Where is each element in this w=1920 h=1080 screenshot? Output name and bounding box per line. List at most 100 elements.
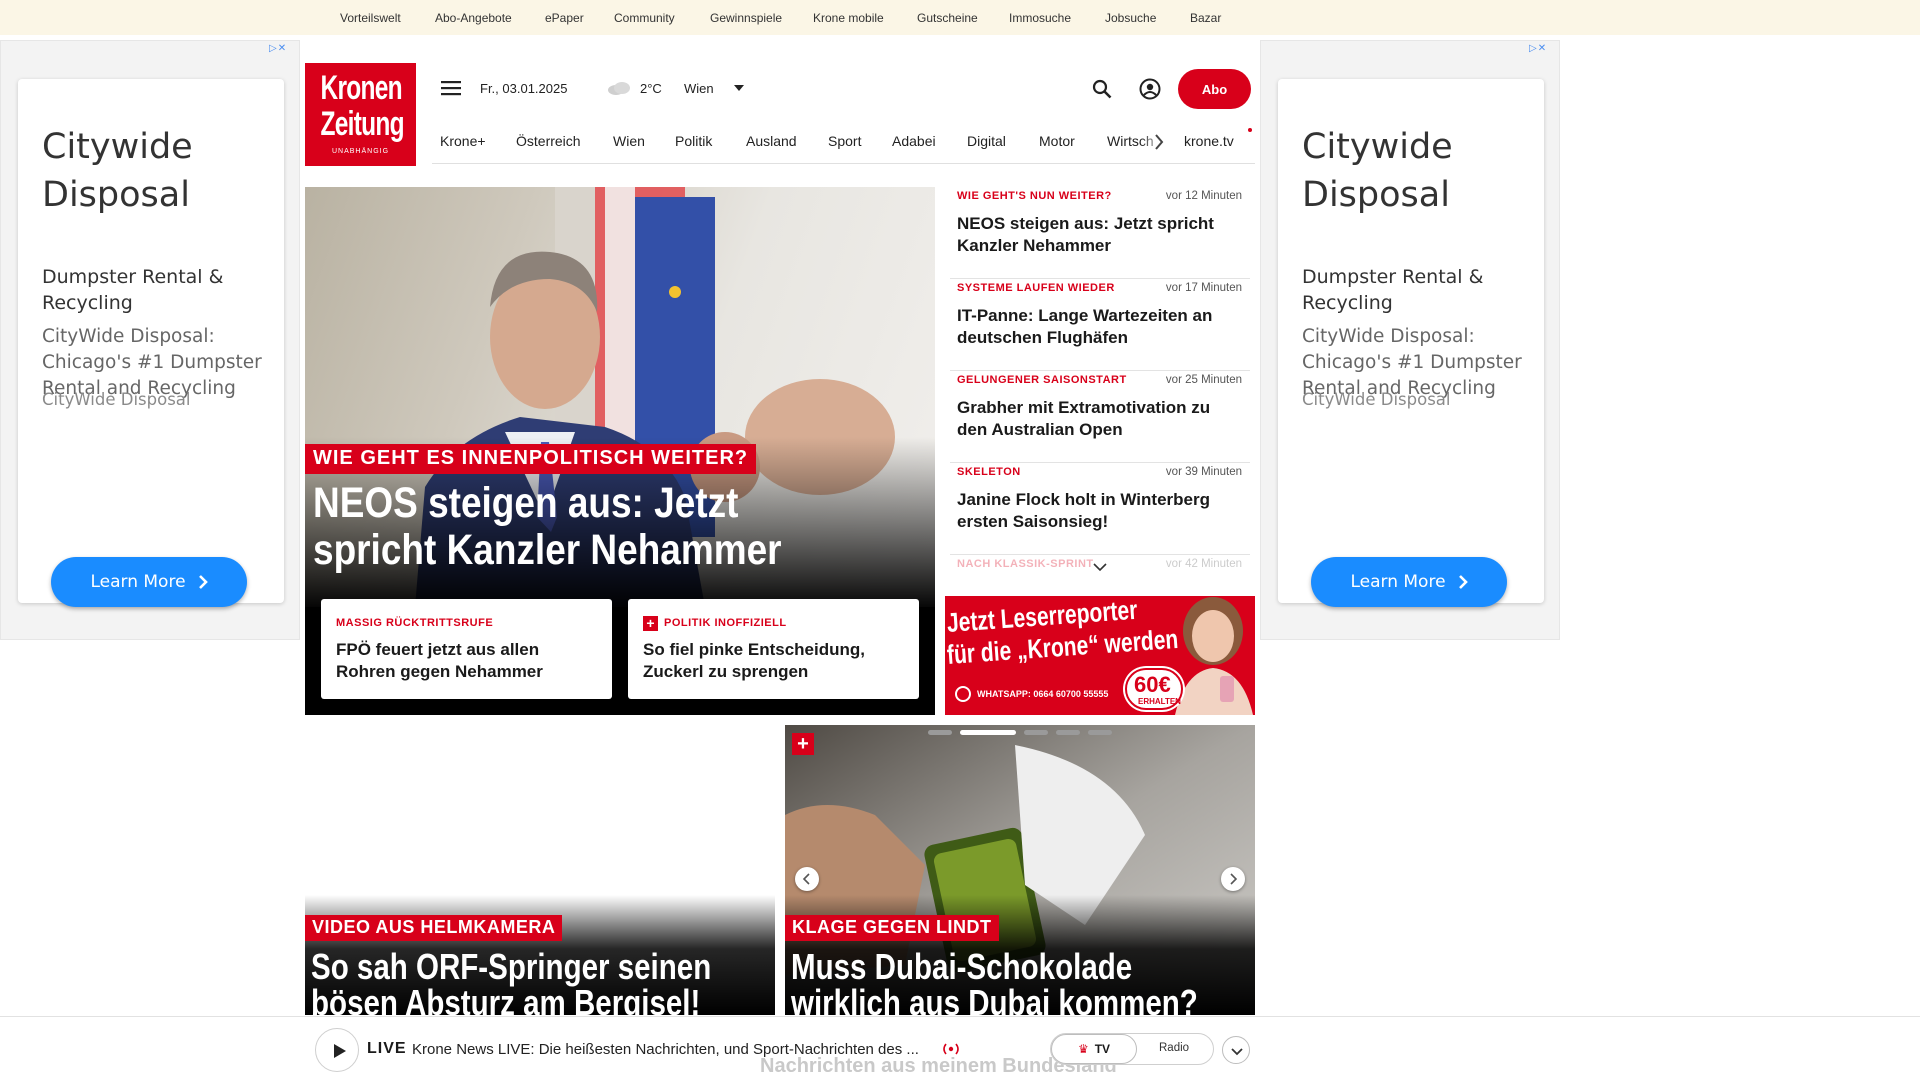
chevron-right-icon [1230, 873, 1238, 885]
story-tile[interactable]: VIDEO AUS HELMKAMERA So sah ORF-Springer… [305, 725, 775, 1015]
nav-item-krone-plus[interactable]: Krone+ [440, 133, 486, 149]
topbar-link-krone-mobile[interactable]: Krone mobile [813, 11, 884, 25]
ticker-item[interactable]: GELUNGENER SAISONSTART vor 25 Minuten Gr… [950, 371, 1250, 463]
topbar-link-epaper[interactable]: ePaper [545, 11, 584, 25]
carousel-dot[interactable] [1088, 730, 1112, 735]
main-navigation: Krone+ Österreich Wien Politik Ausland S… [432, 122, 1255, 164]
topbar-link-community[interactable]: Community [614, 11, 675, 25]
play-button[interactable] [315, 1028, 359, 1072]
ad-brand: CityWide Disposal [1302, 390, 1451, 409]
ticker-title: NEOS steigen aus: Jetzt spricht Kanzler … [957, 214, 1214, 255]
ad-brand: CityWide Disposal [42, 390, 191, 409]
ticker-time: vor 39 Minuten [1165, 466, 1242, 478]
hero-headline-line2[interactable]: spricht Kanzler Nehammer [313, 527, 782, 573]
ad-title: Citywide Disposal [42, 127, 193, 215]
logo-line2: Zeitung [320, 105, 405, 143]
abo-button[interactable]: Abo [1178, 69, 1251, 109]
chevron-right-icon [198, 575, 208, 589]
menu-icon[interactable] [441, 80, 461, 96]
ad-choices-icon[interactable]: ▷✕ [269, 43, 299, 57]
location-select[interactable]: Wien [684, 81, 714, 96]
nav-item-oesterreich[interactable]: Österreich [516, 133, 581, 149]
user-account-icon[interactable] [1139, 78, 1161, 100]
right-ad-banner[interactable]: ▷✕ Citywide Disposal Dumpster Rental & R… [1260, 40, 1560, 640]
kronen-zeitung-logo[interactable]: Kronen Zeitung UNABHÄNGIG [305, 63, 416, 166]
ticker-kicker: GELUNGENER SAISONSTART [957, 374, 1127, 386]
topbar-link-gutscheine[interactable]: Gutscheine [917, 11, 978, 25]
leserreporter-banner[interactable]: Jetzt Leserreporter für die „Krone“ werd… [945, 596, 1255, 715]
nav-item-politik[interactable]: Politik [675, 133, 712, 149]
krone-crown-icon: ♛ [1077, 1042, 1089, 1056]
expand-player-button[interactable] [1222, 1036, 1250, 1064]
carousel-dot-active[interactable] [960, 730, 1016, 735]
carousel-dot[interactable] [1024, 730, 1048, 735]
nav-item-adabei[interactable]: Adabei [892, 133, 936, 149]
related-story-kicker: MASSIG RÜCKTRITTSRUFE [336, 617, 494, 629]
krone-plus-icon: + [792, 733, 814, 755]
nav-item-sport[interactable]: Sport [828, 133, 861, 149]
nav-item-ausland[interactable]: Ausland [746, 133, 797, 149]
ticker-kicker: SKELETON [957, 466, 1021, 478]
carousel-indicators [928, 730, 1112, 736]
ad-subtitle: Dumpster Rental & Recycling [42, 266, 224, 314]
ticker-item[interactable]: SYSTEME LAUFEN WIEDER vor 17 Minuten IT-… [950, 279, 1250, 371]
left-ad-banner[interactable]: ▷✕ Citywide Disposal Dumpster Rental & R… [0, 40, 300, 640]
tv-tab[interactable]: ♛ TV [1051, 1034, 1137, 1064]
ticker-time: vor 12 Minuten [1165, 190, 1242, 202]
nav-scroll-right-icon[interactable] [1154, 134, 1164, 150]
topbar-link-vorteilswelt[interactable]: Vorteilswelt [340, 11, 401, 25]
related-story-card[interactable]: MASSIG RÜCKTRITTSRUFE FPÖ feuert jetzt a… [321, 599, 612, 699]
topbar-link-abo-angebote[interactable]: Abo-Angebote [435, 11, 512, 25]
radio-tab[interactable]: Radio [1159, 1042, 1189, 1054]
story-headline-line2: bösen Absturz am Bergisel! [311, 982, 701, 1016]
header-temperature: 2°C [640, 81, 662, 96]
search-icon[interactable] [1092, 79, 1112, 99]
ticker-item[interactable]: WIE GEHT'S NUN WEITER? vor 12 Minuten NE… [950, 187, 1250, 279]
ad-learn-more-button[interactable]: Learn More [51, 557, 247, 607]
related-story-card[interactable]: + POLITIK INOFFIZIELL So fiel pinke Ents… [628, 599, 919, 699]
promo-whatsapp-number: WHATSAPP: 0664 60700 55555 [977, 689, 1109, 699]
chevron-down-icon [1231, 1048, 1243, 1056]
cloud-icon [608, 82, 630, 95]
play-icon [334, 1044, 346, 1058]
hero-kicker: WIE GEHT ES INNENPOLITISCH WEITER? [305, 444, 757, 474]
carousel-dot[interactable] [928, 730, 952, 735]
ad-choices-icon[interactable]: ▷✕ [1529, 43, 1559, 57]
nav-item-motor[interactable]: Motor [1039, 133, 1075, 149]
caret-down-icon[interactable] [734, 85, 744, 91]
ticker-time: vor 17 Minuten [1165, 282, 1242, 294]
topbar-link-gewinnspiele[interactable]: Gewinnspiele [710, 11, 782, 25]
related-story-title: So fiel pinke Entscheidung, Zuckerl zu s… [643, 640, 865, 681]
ad-card[interactable]: Citywide Disposal Dumpster Rental & Recy… [1278, 79, 1544, 607]
promo-amount-sub: ERHALTEN [1138, 697, 1181, 706]
chevron-left-icon [802, 873, 810, 885]
ticker-item[interactable]: SKELETON vor 39 Minuten Janine Flock hol… [950, 463, 1250, 555]
broadcast-icon [943, 1043, 959, 1055]
ad-card[interactable]: Citywide Disposal Dumpster Rental & Recy… [18, 79, 284, 607]
ad-learn-more-button[interactable]: Learn More [1311, 557, 1507, 607]
story-headline-line1: So sah ORF-Springer seinen [311, 946, 712, 987]
nav-item-krone-tv[interactable]: krone.tv [1184, 133, 1234, 149]
carousel-prev-button[interactable] [795, 867, 819, 891]
whatsapp-icon [955, 686, 971, 702]
story-headline-line1: Muss Dubai-Schokolade [791, 946, 1133, 987]
logo-tagline: UNABHÄNGIG [331, 148, 390, 155]
carousel-next-button[interactable] [1221, 867, 1245, 891]
carousel-dot[interactable] [1056, 730, 1080, 735]
news-ticker: WIE GEHT'S NUN WEITER? vor 12 Minuten NE… [950, 187, 1250, 577]
nav-item-digital[interactable]: Digital [967, 133, 1006, 149]
topbar-link-jobsuche[interactable]: Jobsuche [1105, 11, 1156, 25]
hero-story[interactable]: WIE GEHT ES INNENPOLITISCH WEITER? NEOS … [305, 187, 935, 715]
nav-item-wien[interactable]: Wien [613, 133, 645, 149]
ad-cta-label: Learn More [1350, 572, 1446, 592]
live-stream-title[interactable]: Krone News LIVE: Die heißesten Nachricht… [412, 1041, 919, 1058]
carousel-story-tile[interactable]: + KLAGE GEGEN LINDT Muss Dubai-Schokolad… [785, 725, 1255, 1015]
top-utility-bar: Vorteilswelt Abo-Angebote ePaper Communi… [0, 0, 1920, 35]
tv-tab-label: TV [1094, 1042, 1111, 1056]
hero-headline-line1[interactable]: NEOS steigen aus: Jetzt [313, 480, 738, 526]
ticker-title: Janine Flock holt in Winterberg ersten S… [957, 490, 1210, 531]
ticker-expand-chevron-icon[interactable] [1093, 563, 1107, 572]
topbar-link-immosuche[interactable]: Immosuche [1009, 11, 1071, 25]
abo-label: Abo [1201, 81, 1228, 97]
topbar-link-bazar[interactable]: Bazar [1190, 11, 1221, 25]
